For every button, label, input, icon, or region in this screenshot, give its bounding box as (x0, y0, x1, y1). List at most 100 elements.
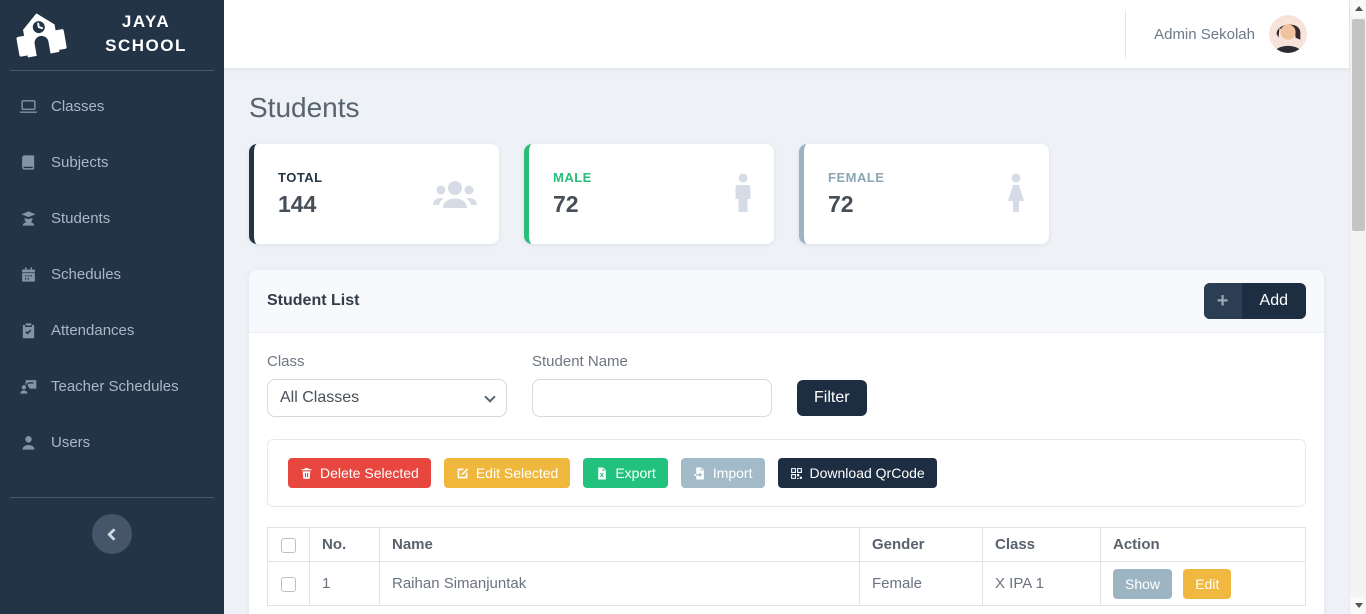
cell-gender: Female (859, 561, 983, 606)
select-all-checkbox[interactable] (281, 537, 296, 553)
edit-selected-button[interactable]: Edit Selected (443, 458, 571, 488)
sidebar-item-label: Students (51, 210, 111, 228)
cell-no: 1 (309, 561, 380, 606)
export-label: Export (615, 465, 656, 481)
edit-button[interactable]: Edit (1183, 568, 1232, 599)
brand-line1: JAYA (121, 12, 171, 31)
sidebar-item-label: Users (51, 434, 91, 452)
teacher-board-icon (20, 380, 37, 394)
row-checkbox[interactable] (281, 576, 296, 592)
user-avatar (1269, 15, 1307, 53)
stat-value: 72 (828, 191, 854, 217)
main-area: Admin Sekolah Students TOTAL 144 MALE 72… (224, 0, 1349, 614)
stat-card-male: MALE 72 (524, 144, 774, 244)
download-qrcode-button[interactable]: Download QrCode (777, 458, 937, 488)
file-import-icon (693, 467, 704, 479)
filter-row: Class All Classes Student Name Filter (267, 353, 1306, 417)
sidebar-nav: Classes Subjects Students Schedules Atte… (0, 71, 224, 497)
sidebar-item-label: Schedules (51, 266, 122, 284)
stat-card-total: TOTAL 144 (249, 144, 499, 244)
add-button-label: Add (1259, 292, 1288, 309)
stat-value: 144 (278, 191, 317, 217)
brand-text: JAYA SCHOOL (82, 10, 210, 58)
add-button[interactable]: + Add (1203, 283, 1306, 319)
brand: JAYA SCHOOL (0, 0, 224, 70)
stat-card-female: FEMALE 72 (799, 144, 1049, 244)
students-table: No. Name Gender Class Action 1 Raihan Si… (267, 527, 1306, 606)
table-row: 1 Raihan Simanjuntak Female X IPA 1 Show… (267, 561, 1306, 606)
table-header-row: No. Name Gender Class Action (267, 527, 1306, 562)
chevron-left-icon (107, 527, 120, 541)
topbar-divider (1125, 10, 1127, 58)
stat-label: TOTAL (278, 170, 323, 185)
show-button[interactable]: Show (1113, 568, 1173, 599)
import-label: Import (712, 465, 753, 481)
export-button[interactable]: Export (583, 458, 668, 488)
student-name-label: Student Name (532, 353, 628, 370)
edit-selected-label: Edit Selected (475, 465, 559, 481)
filter-button[interactable]: Filter (797, 380, 867, 416)
sidebar-item-label: Classes (51, 98, 105, 116)
user-menu[interactable]: Admin Sekolah (1154, 15, 1307, 53)
sidebar: JAYA SCHOOL Classes Subjects Students Sc… (0, 0, 224, 614)
sidebar-item-classes[interactable]: Classes (0, 79, 224, 135)
col-header-action: Action (1100, 527, 1306, 562)
sidebar-item-users[interactable]: Users (0, 415, 224, 471)
sidebar-collapse-button[interactable] (92, 514, 132, 554)
page-title: Students (249, 92, 360, 123)
book-icon (22, 155, 35, 170)
stat-label: FEMALE (828, 170, 885, 185)
delete-selected-label: Delete Selected (320, 465, 419, 481)
student-graduate-icon (21, 211, 36, 226)
stat-label: MALE (553, 170, 592, 185)
qrcode-icon (790, 467, 802, 479)
col-header-class: Class (982, 527, 1101, 562)
brand-line2: SCHOOL (105, 35, 187, 55)
chevron-down-icon (484, 390, 496, 403)
scrollbar[interactable] (1349, 0, 1366, 614)
topbar: Admin Sekolah (224, 0, 1349, 68)
delete-selected-button[interactable]: Delete Selected (288, 458, 431, 488)
male-icon (735, 173, 751, 212)
sidebar-item-attendances[interactable]: Attendances (0, 303, 224, 359)
cell-action: Show Edit (1100, 561, 1306, 606)
download-qrcode-label: Download QrCode (809, 465, 925, 481)
clipboard-check-icon (22, 323, 35, 339)
sidebar-item-label: Subjects (51, 154, 109, 172)
scroll-down-arrow-icon[interactable] (1350, 597, 1366, 614)
panel-title: Student List (267, 292, 360, 309)
trash-icon (301, 467, 312, 479)
scroll-up-arrow-icon[interactable] (1350, 0, 1366, 17)
import-button[interactable]: Import (680, 458, 765, 488)
user-icon (22, 436, 35, 450)
col-header-name: Name (379, 527, 860, 562)
user-name: Admin Sekolah (1154, 25, 1255, 43)
scrollbar-thumb[interactable] (1352, 19, 1365, 231)
cell-class: X IPA 1 (982, 561, 1101, 606)
sidebar-item-subjects[interactable]: Subjects (0, 135, 224, 191)
calendar-icon (22, 267, 35, 282)
bulk-actions-box: Delete Selected Edit Selected Export Imp… (267, 439, 1306, 507)
sidebar-item-schedules[interactable]: Schedules (0, 247, 224, 303)
sidebar-item-students[interactable]: Students (0, 191, 224, 247)
sidebar-item-label: Teacher Schedules (51, 378, 179, 396)
school-building-icon (16, 13, 67, 58)
class-filter-label: Class (267, 353, 305, 370)
sidebar-item-teacher-schedules[interactable]: Teacher Schedules (0, 359, 224, 415)
stat-cards: TOTAL 144 MALE 72 FEMALE 72 (249, 144, 1324, 244)
plus-icon: + (1203, 283, 1242, 319)
cell-name: Raihan Simanjuntak (379, 561, 860, 606)
laptop-icon (20, 100, 37, 113)
stat-value: 72 (553, 191, 579, 217)
student-name-input[interactable] (532, 379, 772, 417)
female-icon (1008, 173, 1024, 212)
class-select[interactable]: All Classes (267, 379, 507, 417)
file-excel-icon (598, 467, 607, 479)
col-header-no: No. (309, 527, 380, 562)
col-header-gender: Gender (859, 527, 983, 562)
sidebar-item-label: Attendances (51, 322, 135, 340)
users-group-icon (433, 181, 477, 208)
pen-square-icon (457, 467, 469, 478)
class-select-value: All Classes (280, 389, 360, 406)
panel-header: Student List + Add (249, 270, 1324, 333)
